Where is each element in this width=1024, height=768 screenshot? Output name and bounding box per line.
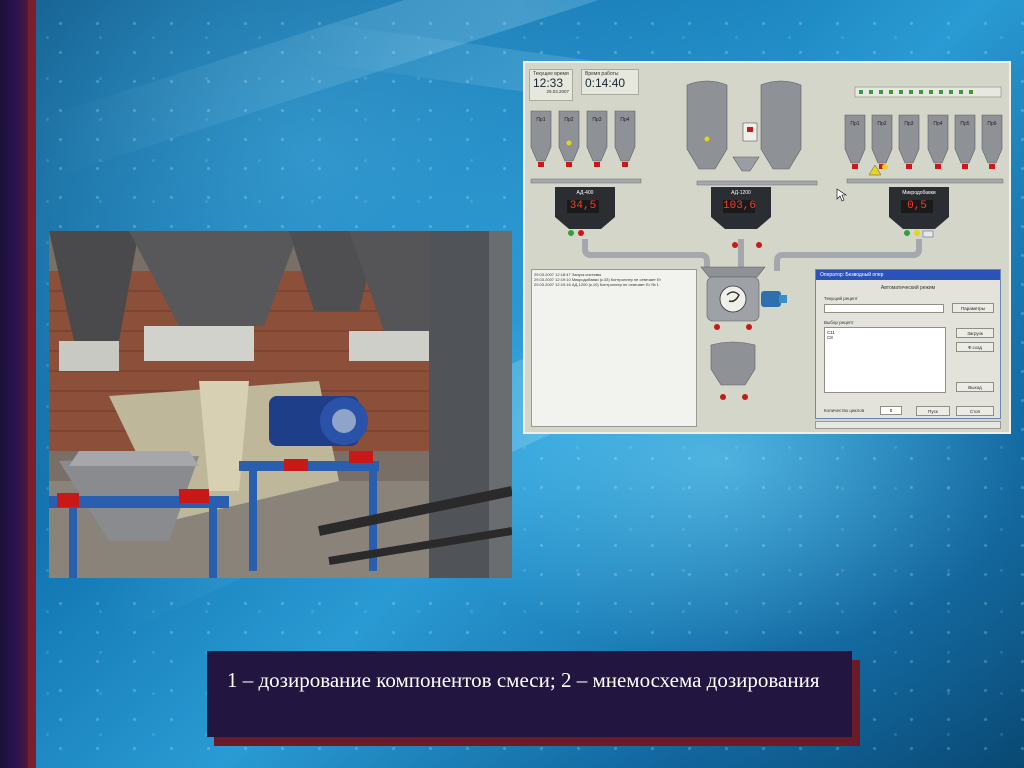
left-hopper-2-label: Пр2: [564, 117, 574, 123]
work-time-panel: Время работы 0:14:40: [581, 69, 639, 95]
cycles-label: Количество циклов: [824, 408, 865, 413]
dosing-mimic-screen: Текущее время 12:33 29.03.2007 Время раб…: [523, 61, 1011, 434]
event-log[interactable]: 29.03.2007 12:18:47 Запуск системы 29.03…: [531, 269, 697, 427]
scale-ad1200: АД-1200 103,6: [715, 187, 767, 227]
exit-button[interactable]: Выход: [956, 382, 994, 392]
operator-dialog: Оператор: Безводный опер Автоматический …: [815, 269, 1001, 419]
start-button[interactable]: Пуск: [916, 406, 950, 416]
left-hopper-1-label: Пр1: [536, 117, 546, 123]
params-button[interactable]: Параметры: [952, 303, 994, 313]
right-hopper-2-label: Пр2: [877, 121, 887, 127]
caption-text: 1 – дозирование компонентов смеси; 2 – м…: [227, 668, 820, 692]
status-bar: [815, 421, 1001, 429]
left-hopper-4-label: Пр4: [620, 117, 630, 123]
right-hopper-1-label: Пр1: [850, 121, 860, 127]
create-button[interactable]: Ф.созд: [956, 342, 994, 352]
scale-title: Микродобавки: [902, 190, 936, 196]
stop-button[interactable]: Стоп: [956, 406, 994, 416]
mode-label: Автоматический режим: [880, 285, 936, 291]
right-hopper-3-label: Пр3: [904, 121, 914, 127]
current-time-value: 12:33: [533, 76, 564, 90]
left-hopper-3-label: Пр3: [592, 117, 602, 123]
right-hopper-4-label: Пр4: [933, 121, 943, 127]
right-hopper-5-label: Пр5: [960, 121, 970, 127]
dialog-title: Оператор: Безводный опер: [816, 270, 1000, 280]
load-button[interactable]: Загрузк: [956, 328, 994, 338]
equipment-photo: [49, 231, 512, 578]
scale-title: АД-1200: [731, 190, 751, 196]
cycles-stepper[interactable]: 0: [880, 406, 902, 415]
current-recipe-label: Текущий рецепт: [824, 296, 858, 301]
current-time-panel: Текущее время 12:33 29.03.2007: [529, 69, 573, 101]
scale-title: АД-400: [576, 190, 594, 196]
work-time-value: 0:14:40: [585, 76, 626, 90]
log-line: 29.03.2007 12:19:16 АД-1200 (к.10) Контр…: [534, 282, 659, 287]
left-accent-edge: [28, 0, 36, 768]
current-recipe-field[interactable]: [824, 304, 944, 313]
select-recipe-label: Выбор рецепт: [824, 320, 854, 325]
scale-reading: 103,6: [723, 200, 757, 213]
recipe-item[interactable]: С8: [827, 335, 943, 340]
caption-box: 1 – дозирование компонентов смеси; 2 – м…: [207, 651, 852, 737]
scale-reading: 0,5: [901, 200, 933, 213]
scale-microadditives: Микродобавки 0,5: [893, 187, 945, 227]
scale-reading: 34,5: [567, 200, 599, 213]
right-hopper-6-label: Пр6: [987, 121, 997, 127]
scale-ad400: АД-400 34,5: [559, 187, 611, 227]
recipe-list[interactable]: С11 С8: [824, 327, 946, 393]
